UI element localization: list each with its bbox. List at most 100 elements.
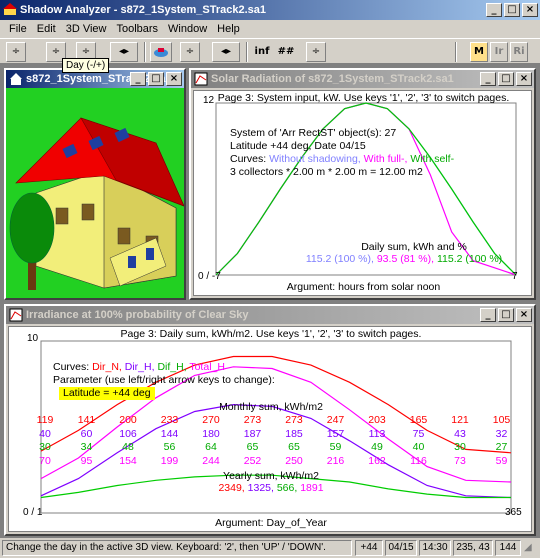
monthly-value-difh: 30 xyxy=(39,441,51,453)
monthly-value-dirn: 247 xyxy=(326,414,345,426)
maximize-button[interactable]: □ xyxy=(148,72,164,86)
minimize-button[interactable]: _ xyxy=(480,308,496,322)
monthly-value-total: 116 xyxy=(410,454,427,467)
minimize-button[interactable]: _ xyxy=(480,72,496,86)
ri-mode-button[interactable]: Ri xyxy=(510,42,528,62)
maximize-button[interactable]: □ xyxy=(498,72,514,86)
monthly-value-total: 162 xyxy=(368,454,386,467)
solar-info-block: System of 'Arr RectST' object(s): 27 Lat… xyxy=(230,127,454,179)
monthly-value-total: 252 xyxy=(243,454,262,467)
view-3d-button[interactable] xyxy=(150,42,172,62)
monthly-value-dirn: 270 xyxy=(202,414,220,426)
scene-3d-canvas[interactable] xyxy=(6,88,184,298)
minimize-button[interactable]: _ xyxy=(486,3,502,17)
grid-button[interactable]: ## xyxy=(276,42,296,62)
latitude-parameter[interactable]: Latitude = +44 deg xyxy=(59,387,155,400)
close-button[interactable]: × xyxy=(516,72,532,86)
menu-file[interactable]: File xyxy=(4,23,32,35)
yearly-values: 2349, 1325, 566, 1891 xyxy=(9,482,531,494)
solar-latitude-line: Latitude +44 deg, Date 04/15 xyxy=(230,140,366,152)
solar-curves-line: Curves: Without shadowing, With full-, W… xyxy=(230,153,454,166)
menu-toolbars[interactable]: Toolbars xyxy=(111,23,163,35)
status-date: 04/15 xyxy=(385,540,417,556)
maximize-button[interactable]: □ xyxy=(504,3,520,17)
view-3d-icon xyxy=(154,48,168,57)
close-button[interactable]: × xyxy=(166,72,182,86)
zoom-stepper-button[interactable]: ÷ xyxy=(180,42,200,62)
mdi-workspace: s872_1System_STrack2.sa1 _ □ × Solar Rad… xyxy=(0,64,540,538)
monthly-value-dirn: 203 xyxy=(368,414,386,426)
menu-window[interactable]: Window xyxy=(163,23,212,35)
monthly-value-difh: 64 xyxy=(205,441,217,453)
solar-title-bar[interactable]: Solar Radiation of s872_1System_STrack2.… xyxy=(191,70,534,88)
solar-system-line: System of 'Arr RectST' object(s): 27 xyxy=(230,127,397,139)
monthly-value-total: 244 xyxy=(202,454,220,467)
solar-chart[interactable] xyxy=(194,91,532,296)
curve-total-label: Total_H xyxy=(189,361,225,373)
monthly-value-total: 59 xyxy=(495,454,508,467)
app-icon xyxy=(3,3,17,15)
monthly-value-dirn: 273 xyxy=(243,414,262,426)
monthly-value-total: 216 xyxy=(326,454,345,467)
irradiance-title: Irradiance at 100% probability of Clear … xyxy=(26,309,249,321)
app-title-bar[interactable]: Shadow Analyzer - s872_1System_STrack2.s… xyxy=(0,0,540,20)
maximize-button[interactable]: □ xyxy=(498,308,514,322)
curve-without-label: Without shadowing, xyxy=(269,153,364,165)
daily-without-value: 115.2 (100 %), xyxy=(305,253,377,265)
monthly-value-difh: 40 xyxy=(412,441,425,453)
irr-curves-line: Curves: Dir_N, Dir_H, Dif_H, Total_H xyxy=(53,361,225,373)
monthly-value-difh: 34 xyxy=(80,441,93,453)
irradiance-window[interactable]: Irradiance at 100% probability of Clear … xyxy=(4,304,536,536)
monthly-value-difh: 56 xyxy=(163,441,176,453)
status-count: 144 xyxy=(495,540,521,556)
monthly-value-dirn: 273 xyxy=(285,414,303,426)
monthly-sum-title: Monthly sum, kWh/m2 xyxy=(219,401,323,413)
toolbar-separator xyxy=(455,42,457,62)
step-arrows-button[interactable]: ◂▸ xyxy=(110,42,138,62)
app-title: Shadow Analyzer - s872_1System_STrack2.s… xyxy=(20,4,267,16)
irradiance-title-bar[interactable]: Irradiance at 100% probability of Clear … xyxy=(6,306,534,324)
solar-collectors-line: 3 collectors * 2.00 m * 2.00 m = 12.00 m… xyxy=(230,166,423,178)
monthly-value-total: 250 xyxy=(285,454,303,467)
m-mode-button[interactable]: M xyxy=(470,42,488,62)
rotate-arrows-button[interactable]: ◂▸ xyxy=(212,42,240,62)
ir-mode-button[interactable]: Ir xyxy=(490,42,508,62)
chart-icon xyxy=(9,308,23,322)
monthly-value-dirh: 187 xyxy=(243,427,262,440)
monthly-value-dirn: 119 xyxy=(36,414,54,426)
daily-sum-values: 115.2 (100 %), 93.5 (81 %), 115.2 (100 %… xyxy=(274,253,531,265)
toolbar-separator xyxy=(144,42,146,62)
monthly-value-dirn: 165 xyxy=(409,414,428,426)
solar-title: Solar Radiation of s872_1System_STrack2.… xyxy=(211,73,454,85)
solar-x-axis-label: Argument: hours from solar noon xyxy=(286,281,441,293)
close-button[interactable]: × xyxy=(522,3,538,17)
scale-stepper-button[interactable]: ÷ xyxy=(306,42,326,62)
menu-3d-view[interactable]: 3D View xyxy=(61,23,112,35)
resize-grip-icon[interactable]: ◢ xyxy=(524,542,538,556)
inf-button[interactable]: inf xyxy=(252,42,272,62)
monthly-value-dirn: 121 xyxy=(451,414,469,426)
monthly-value-dirh: 113 xyxy=(368,427,386,440)
yearly-dirh-value: 1325, xyxy=(247,482,277,494)
monthly-value-dirh: 106 xyxy=(119,427,137,440)
monthly-values-table: 119 141 200 233 270 273 273 247 203 165 121 105 40 60… xyxy=(27,414,527,470)
solar-header: Page 3: System input, kW. Use keys '1', … xyxy=(217,92,510,104)
curve-self-label: With self- xyxy=(410,153,455,165)
menu-help[interactable]: Help xyxy=(212,23,245,35)
monthly-value-total: 73 xyxy=(454,454,466,467)
monthly-value-total: 154 xyxy=(119,454,137,467)
monthly-value-dirn: 233 xyxy=(160,414,179,426)
status-sun-position: 235, 43 xyxy=(453,540,493,556)
menu-edit[interactable]: Edit xyxy=(32,23,61,35)
solar-radiation-window[interactable]: Solar Radiation of s872_1System_STrack2.… xyxy=(189,68,536,300)
solar-y-max-label: 12 xyxy=(203,95,215,106)
view-3d-window[interactable]: s872_1System_STrack2.sa1 _ □ × xyxy=(4,68,186,300)
status-time: 14:30 xyxy=(419,540,451,556)
minimize-button[interactable]: _ xyxy=(130,72,146,86)
close-button[interactable]: × xyxy=(516,308,532,322)
status-latitude: +44 xyxy=(355,540,383,556)
monthly-value-dirh: 43 xyxy=(454,427,466,440)
day-stepper-button[interactable]: ÷ xyxy=(6,42,26,62)
monthly-value-dirn: 200 xyxy=(119,414,137,426)
status-bar: Change the day in the active 3D view. Ke… xyxy=(0,538,540,558)
